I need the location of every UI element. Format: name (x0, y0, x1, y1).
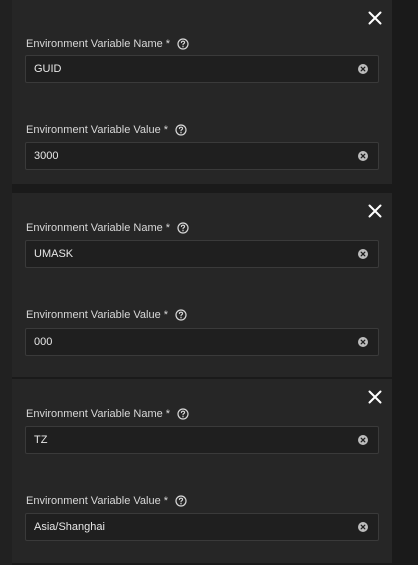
env-var-value-label: Environment Variable Value * (26, 124, 187, 136)
env-var-value-value: Asia/Shanghai (34, 521, 105, 533)
env-var-name-value: GUID (34, 63, 62, 75)
remove-env-var-button[interactable] (363, 6, 387, 30)
env-var-name-label: Environment Variable Name * (26, 222, 189, 234)
env-var-name-value: TZ (34, 434, 48, 446)
env-var-name-input[interactable]: UMASK (25, 240, 379, 268)
help-circle-icon[interactable] (175, 495, 187, 507)
env-var-card-umask: Environment Variable Name * UMASK Enviro… (12, 193, 392, 377)
required-marker: * (163, 309, 169, 321)
env-var-value-value: 3000 (34, 150, 59, 162)
clear-input-icon[interactable] (358, 337, 368, 347)
env-var-name-label: Environment Variable Name * (26, 408, 189, 420)
env-var-card-guid: Environment Variable Name * GUID Environ… (12, 0, 392, 184)
remove-env-var-button[interactable] (363, 199, 387, 223)
clear-input-icon[interactable] (358, 151, 368, 161)
required-marker: * (165, 408, 171, 420)
env-var-name-value: UMASK (34, 248, 74, 260)
required-marker: * (163, 495, 169, 507)
help-circle-icon[interactable] (177, 222, 189, 234)
clear-input-icon[interactable] (358, 435, 368, 445)
required-marker: * (165, 222, 171, 234)
required-marker: * (165, 38, 171, 50)
help-circle-icon[interactable] (177, 38, 189, 50)
env-var-name-input[interactable]: GUID (25, 55, 379, 83)
clear-input-icon[interactable] (358, 64, 368, 74)
left-strip (0, 0, 12, 565)
remove-env-var-button[interactable] (363, 385, 387, 409)
env-var-name-label: Environment Variable Name * (26, 38, 189, 50)
clear-input-icon[interactable] (358, 522, 368, 532)
close-icon (368, 204, 382, 218)
help-circle-icon[interactable] (175, 124, 187, 136)
env-var-value-label: Environment Variable Value * (26, 309, 187, 321)
help-circle-icon[interactable] (175, 309, 187, 321)
close-icon (368, 11, 382, 25)
required-marker: * (163, 124, 169, 136)
env-var-value-value: 000 (34, 336, 53, 348)
close-icon (368, 390, 382, 404)
env-var-value-input[interactable]: Asia/Shanghai (25, 513, 379, 541)
env-var-value-label: Environment Variable Value * (26, 495, 187, 507)
env-var-value-input[interactable]: 3000 (25, 142, 379, 170)
env-var-value-input[interactable]: 000 (25, 328, 379, 356)
help-circle-icon[interactable] (177, 408, 189, 420)
env-var-card-tz: Environment Variable Name * TZ Environme… (12, 379, 392, 563)
clear-input-icon[interactable] (358, 249, 368, 259)
env-var-name-input[interactable]: TZ (25, 426, 379, 454)
